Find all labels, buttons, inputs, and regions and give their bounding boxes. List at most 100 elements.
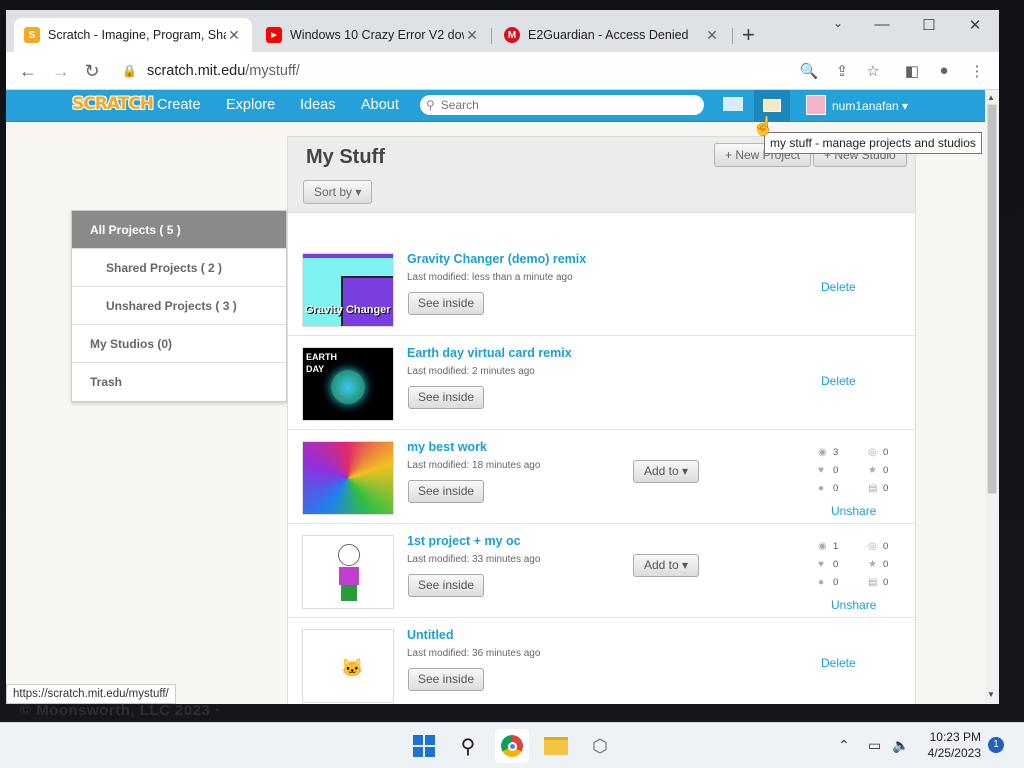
sort-by-dropdown[interactable]: Sort by ▾ xyxy=(303,180,373,204)
page-scrollbar[interactable]: ▲ ▼ xyxy=(985,90,999,704)
project-title[interactable]: Earth day virtual card remix xyxy=(407,346,572,360)
menu-icon[interactable]: ⋮ xyxy=(967,62,987,80)
project-thumbnail[interactable]: EARTH DAY xyxy=(302,347,394,421)
unshare-link[interactable]: Unshare xyxy=(831,504,876,518)
close-icon[interactable]: ✕ xyxy=(226,27,242,44)
tab-youtube[interactable]: ▶ Windows 10 Crazy Error V2 dow ✕ xyxy=(256,18,490,52)
project-thumbnail[interactable]: 🐱 xyxy=(302,629,394,703)
project-modified: Last modified: 18 minutes ago xyxy=(407,460,541,471)
project-thumbnail[interactable] xyxy=(302,535,394,609)
new-tab-button[interactable]: + xyxy=(742,24,755,46)
studios-stat: ▤ 0 xyxy=(868,577,889,588)
add-to-dropdown[interactable]: Add to ▾ xyxy=(633,554,700,577)
delete-link[interactable]: Delete xyxy=(821,374,856,388)
see-inside-button[interactable]: See inside xyxy=(408,386,485,409)
unshare-link[interactable]: Unshare xyxy=(831,598,876,612)
side-panel-icon[interactable]: ◧ xyxy=(902,62,922,80)
tab-separator xyxy=(491,28,492,44)
bookmark-star-icon[interactable]: ☆ xyxy=(863,62,883,80)
project-title[interactable]: Gravity Changer (demo) remix xyxy=(407,252,586,266)
lock-icon: 🔒 xyxy=(122,64,137,78)
windows-start-icon[interactable] xyxy=(407,729,441,763)
project-thumbnail[interactable] xyxy=(302,441,394,515)
sidebar-item-unshared-projects[interactable]: Unshared Projects ( 3 ) xyxy=(72,287,286,325)
see-inside-button[interactable]: See inside xyxy=(408,480,485,503)
project-title[interactable]: 1st project + my oc xyxy=(407,534,521,548)
search-icon: ⚲ xyxy=(426,98,435,112)
network-icon[interactable]: ▭ xyxy=(868,737,881,754)
nav-about[interactable]: About xyxy=(361,97,399,113)
search-box[interactable]: ⚲ xyxy=(420,95,704,115)
notification-badge[interactable]: 1 xyxy=(988,737,1004,753)
scratch-logo[interactable]: SCRATCH xyxy=(72,94,154,114)
tab-scratch[interactable]: S Scratch - Imagine, Program, Shar ✕ xyxy=(14,18,252,52)
youtube-icon: ▶ xyxy=(266,27,282,43)
messages-icon[interactable] xyxy=(723,97,743,111)
close-icon[interactable]: ✕ xyxy=(464,27,480,44)
project-modified: Last modified: less than a minute ago xyxy=(407,272,573,283)
tab-title: E2Guardian - Access Denied xyxy=(528,28,689,42)
see-inside-button[interactable]: See inside xyxy=(408,292,485,315)
share-icon[interactable]: ⇪ xyxy=(832,62,852,80)
sidebar-item-shared-projects[interactable]: Shared Projects ( 2 ) xyxy=(72,249,286,287)
project-title[interactable]: Untitled xyxy=(407,628,454,642)
tab-search-icon[interactable]: ⌄ xyxy=(828,16,848,30)
sidebar-item-trash[interactable]: Trash xyxy=(72,363,286,401)
nav-explore[interactable]: Explore xyxy=(226,97,275,113)
app-icon[interactable]: ⬡ xyxy=(583,729,617,763)
remix-icon: ◎ xyxy=(868,447,877,458)
reload-button[interactable]: ↻ xyxy=(81,60,103,82)
minimize-button[interactable]: — xyxy=(872,16,892,33)
profile-icon[interactable]: ● xyxy=(934,62,954,79)
file-explorer-icon[interactable] xyxy=(539,729,573,763)
close-icon[interactable]: ✕ xyxy=(704,27,720,44)
nav-ideas[interactable]: Ideas xyxy=(300,97,335,113)
volume-icon[interactable]: 🔈 xyxy=(892,737,909,754)
close-window-button[interactable]: ✕ xyxy=(965,16,985,34)
add-to-dropdown[interactable]: Add to ▾ xyxy=(633,460,700,483)
page-title: My Stuff xyxy=(306,146,385,168)
tab-title: Scratch - Imagine, Program, Shar xyxy=(48,28,226,42)
url-text[interactable]: scratch.mit.edu/mystuff/ xyxy=(147,63,300,79)
delete-link[interactable]: Delete xyxy=(821,656,856,670)
sidebar: All Projects ( 5 ) Shared Projects ( 2 )… xyxy=(71,210,287,402)
username-menu[interactable]: num1anafan ▾ xyxy=(832,99,908,113)
comment-icon: ● xyxy=(818,483,825,494)
forward-button[interactable]: → xyxy=(50,60,72,82)
project-thumbnail[interactable]: Gravity Changer xyxy=(302,253,394,327)
time-text: 10:23 PM xyxy=(929,730,981,744)
zoom-icon[interactable]: 🔍 xyxy=(799,62,819,80)
comments-stat: ● 0 xyxy=(818,577,839,588)
scrollbar-thumb[interactable] xyxy=(987,104,997,494)
tab-separator xyxy=(732,28,733,44)
chrome-icon[interactable] xyxy=(495,729,529,763)
search-input[interactable] xyxy=(440,98,681,112)
studios-stat: ▤ 0 xyxy=(868,483,889,494)
project-title[interactable]: my best work xyxy=(407,440,487,454)
nav-create[interactable]: Create xyxy=(157,97,201,113)
sidebar-item-all-projects[interactable]: All Projects ( 5 ) xyxy=(72,211,286,249)
see-inside-button[interactable]: See inside xyxy=(408,668,485,691)
scroll-down-icon[interactable]: ▼ xyxy=(987,690,995,699)
search-icon[interactable]: ⚲ xyxy=(451,729,485,763)
chevron-up-icon[interactable]: ⌃ xyxy=(838,737,850,754)
delete-link[interactable]: Delete xyxy=(821,280,856,294)
clock[interactable]: 10:23 PM 4/25/2023 xyxy=(925,729,981,761)
back-button[interactable]: ← xyxy=(17,60,39,82)
project-modified: Last modified: 33 minutes ago xyxy=(407,554,541,565)
star-icon: ★ xyxy=(868,465,877,476)
sidebar-item-my-studios[interactable]: My Studios (0) xyxy=(72,325,286,363)
maximize-button[interactable]: ☐ xyxy=(919,16,939,34)
tab-e2guardian[interactable]: M E2Guardian - Access Denied ✕ xyxy=(494,18,730,52)
address-bar[interactable]: 🔒 scratch.mit.edu/mystuff/ xyxy=(114,56,854,86)
eye-icon: ◉ xyxy=(818,541,827,552)
tab-title: Windows 10 Crazy Error V2 dow xyxy=(290,28,464,42)
avatar[interactable] xyxy=(806,95,826,115)
scroll-up-icon[interactable]: ▲ xyxy=(987,93,995,102)
star-icon: ★ xyxy=(868,559,877,570)
comments-stat: ● 0 xyxy=(818,483,839,494)
favorites-stat: ★ 0 xyxy=(868,465,889,476)
loves-stat: ♥ 0 xyxy=(818,465,839,476)
see-inside-button[interactable]: See inside xyxy=(408,574,485,597)
my-stuff-panel: My Stuff + New Project + New Studio Sort… xyxy=(287,136,916,704)
